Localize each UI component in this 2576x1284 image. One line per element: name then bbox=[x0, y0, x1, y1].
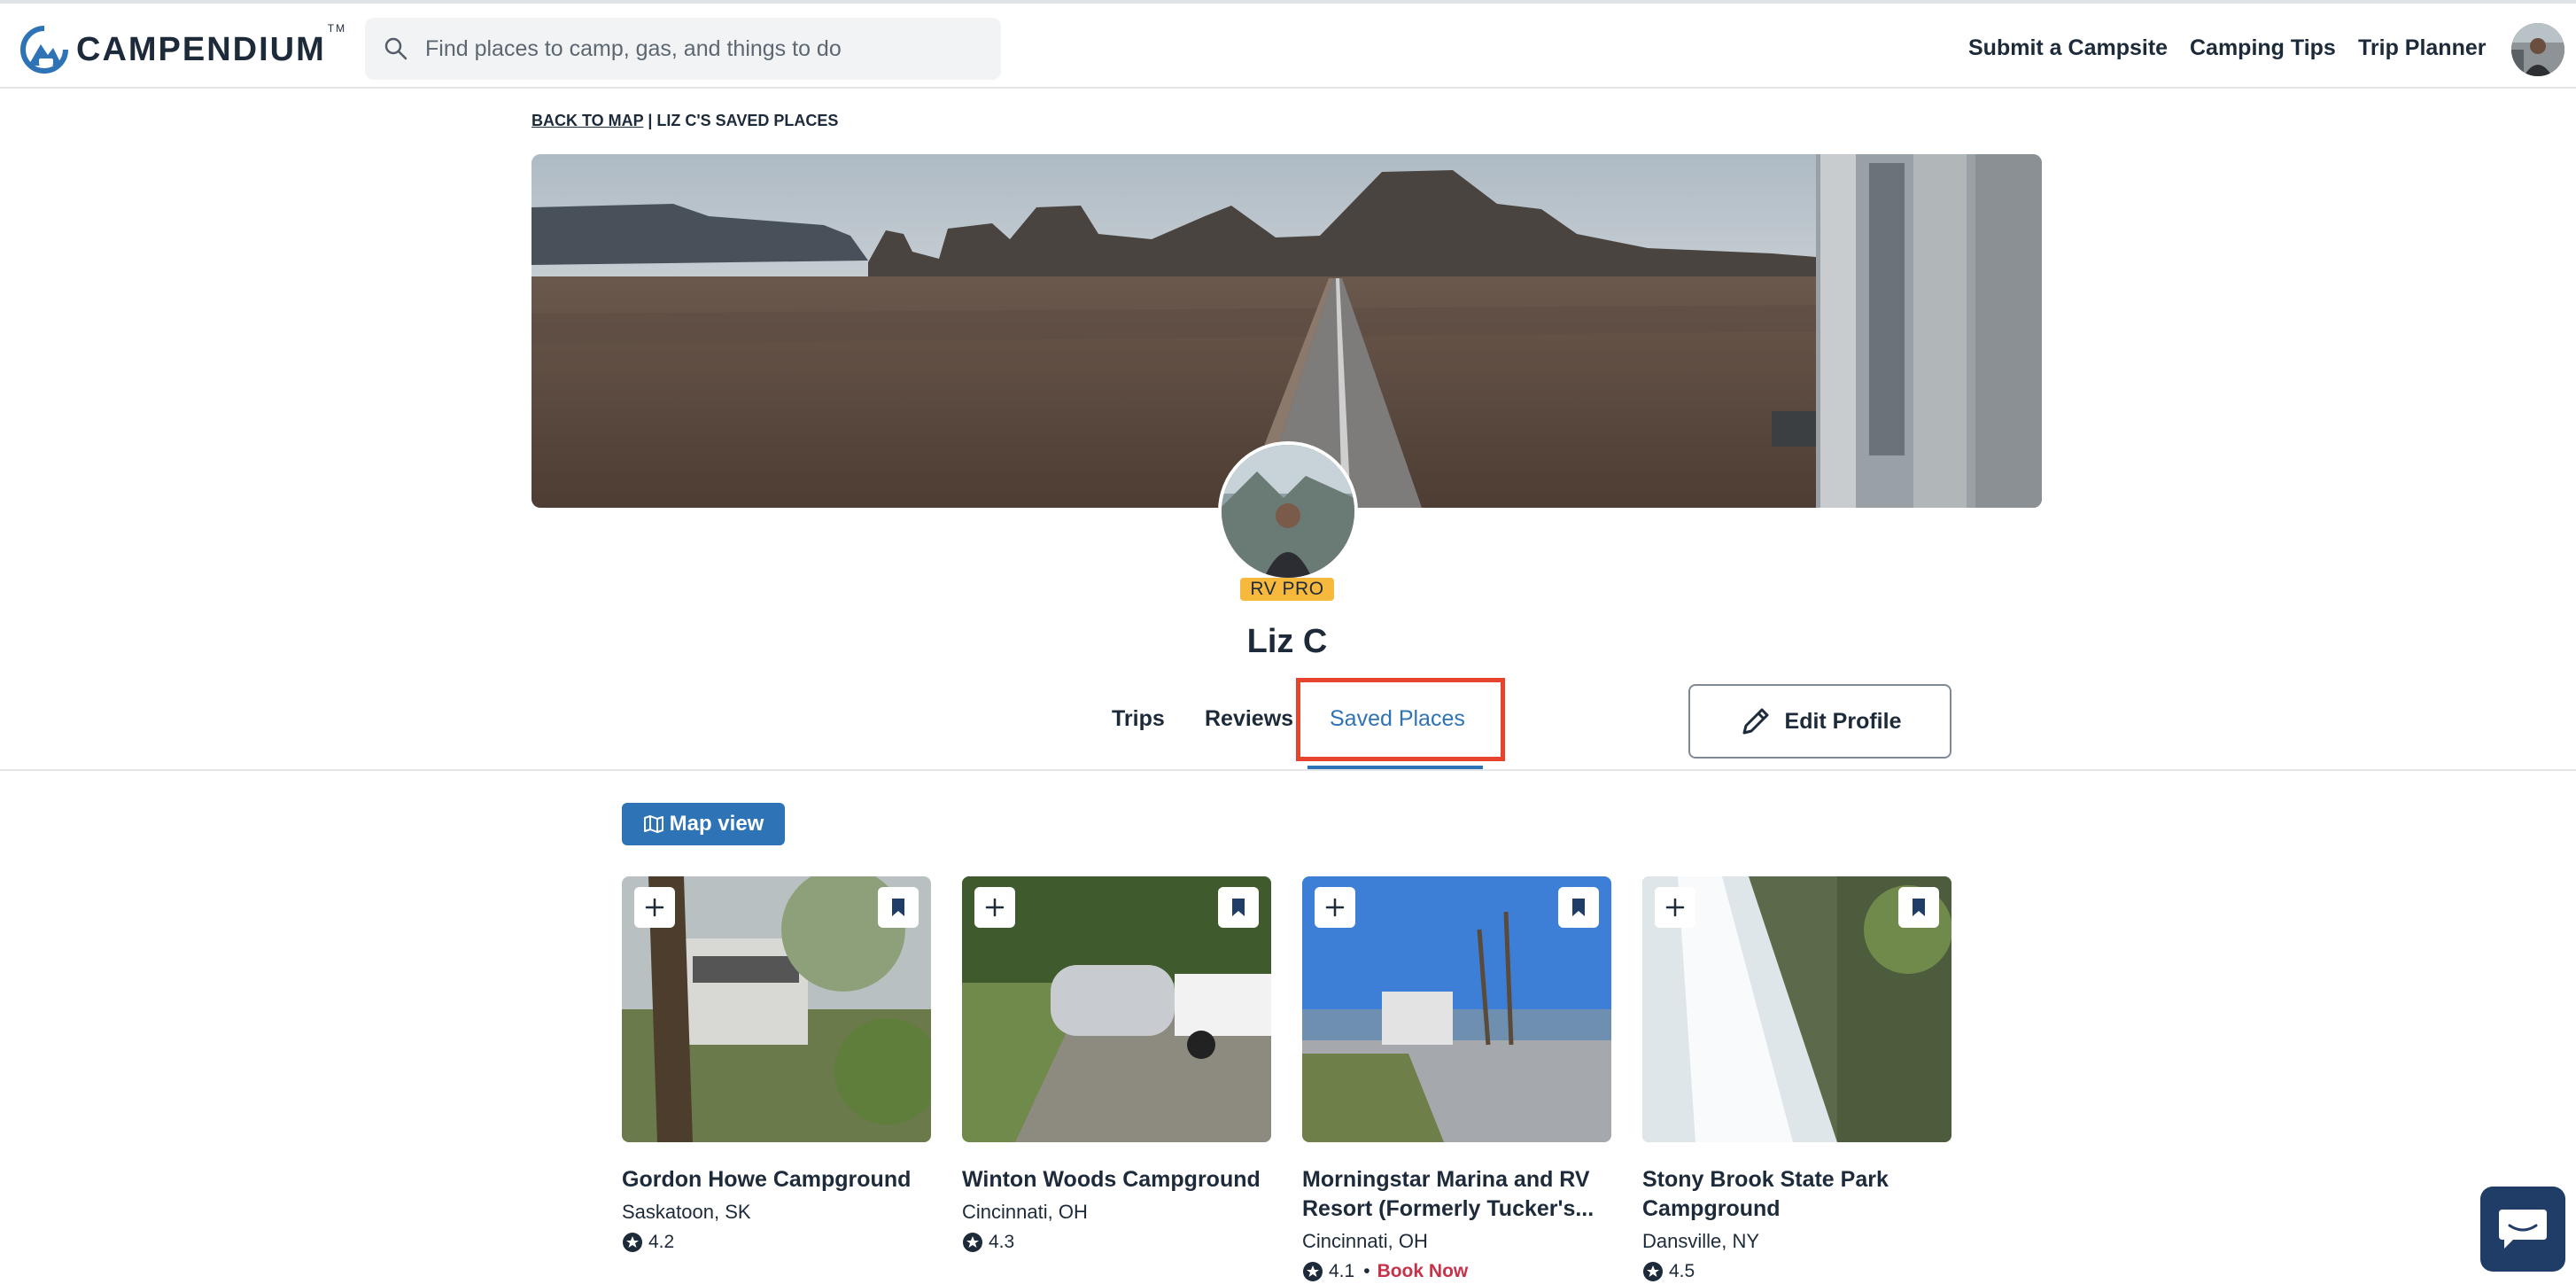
card-title[interactable]: Stony Brook State Park Campground bbox=[1642, 1165, 1951, 1224]
separator-dot: • bbox=[1363, 1261, 1370, 1281]
card-photo[interactable] bbox=[1642, 876, 1951, 1142]
bookmark-icon bbox=[892, 899, 904, 916]
map-view-button[interactable]: Map view bbox=[622, 803, 785, 845]
place-card-morningstar-marina[interactable]: Morningstar Marina and RV Resort (Former… bbox=[1302, 876, 1611, 1284]
card-title[interactable]: Winton Woods Campground bbox=[962, 1165, 1271, 1195]
highlight-box bbox=[1296, 678, 1505, 761]
plus-icon bbox=[1665, 898, 1685, 917]
card-rating: 4.2 bbox=[622, 1230, 931, 1255]
add-to-trip-button[interactable] bbox=[1315, 887, 1355, 928]
bookmark-icon bbox=[1913, 899, 1925, 916]
card-photo[interactable] bbox=[1302, 876, 1611, 1142]
bookmark-button[interactable] bbox=[1218, 887, 1259, 928]
star-icon bbox=[623, 1233, 642, 1252]
breadcrumb-separator: | bbox=[643, 112, 657, 129]
card-location: Dansville, NY bbox=[1642, 1230, 1760, 1252]
card-title[interactable]: Morningstar Marina and RV Resort (Former… bbox=[1302, 1165, 1611, 1224]
bookmark-icon bbox=[1572, 899, 1585, 916]
logo-mark-icon bbox=[20, 26, 68, 74]
map-view-label: Map view bbox=[669, 812, 764, 836]
tab-trips[interactable]: Trips bbox=[1112, 706, 1165, 732]
site-header: CAMPENDIUMTM Submit a Campsite Camping T… bbox=[0, 4, 2576, 89]
search-input[interactable] bbox=[423, 35, 958, 63]
map-icon bbox=[643, 815, 663, 833]
plus-icon bbox=[1325, 898, 1345, 917]
tabs-divider bbox=[0, 769, 2576, 771]
nav-submit-campsite[interactable]: Submit a Campsite bbox=[1968, 35, 2168, 61]
logo-wordmark: CAMPENDIUMTM bbox=[76, 21, 347, 68]
bookmark-button[interactable] bbox=[878, 887, 919, 928]
book-now-link[interactable]: Book Now bbox=[1377, 1259, 1469, 1284]
card-title[interactable]: Gordon Howe Campground bbox=[622, 1165, 931, 1195]
breadcrumb-current: LIZ C'S SAVED PLACES bbox=[656, 112, 839, 129]
rating-value: 4.1 bbox=[1329, 1261, 1355, 1281]
add-to-trip-button[interactable] bbox=[1655, 887, 1695, 928]
bookmark-button[interactable] bbox=[1898, 887, 1939, 928]
card-rating: 4.3 bbox=[962, 1230, 1271, 1255]
edit-profile-button[interactable]: Edit Profile bbox=[1688, 684, 1951, 759]
chat-icon bbox=[2499, 1210, 2547, 1249]
card-location: Saskatoon, SK bbox=[622, 1201, 751, 1223]
nav-trip-planner[interactable]: Trip Planner bbox=[2358, 35, 2486, 61]
tab-reviews[interactable]: Reviews bbox=[1205, 706, 1293, 732]
breadcrumb: BACK TO MAP | LIZ C'S SAVED PLACES bbox=[531, 112, 838, 130]
card-photo[interactable] bbox=[622, 876, 931, 1142]
card-rating: 4.5 bbox=[1642, 1259, 1951, 1284]
bookmark-button[interactable] bbox=[1558, 887, 1599, 928]
rating-value: 4.2 bbox=[648, 1232, 675, 1252]
card-location: Cincinnati, OH bbox=[962, 1201, 1088, 1223]
bookmark-icon bbox=[1232, 899, 1245, 916]
edit-profile-label: Edit Profile bbox=[1784, 708, 1902, 734]
card-location: Cincinnati, OH bbox=[1302, 1230, 1428, 1252]
rating-value: 4.5 bbox=[1669, 1261, 1695, 1281]
add-to-trip-button[interactable] bbox=[974, 887, 1015, 928]
card-rating: 4.1 • Book Now bbox=[1302, 1259, 1611, 1284]
pencil-icon bbox=[1742, 708, 1769, 735]
plus-icon bbox=[985, 898, 1005, 917]
back-to-map-link[interactable]: BACK TO MAP bbox=[531, 112, 643, 129]
campendium-logo[interactable]: CAMPENDIUMTM bbox=[19, 21, 347, 74]
plus-icon bbox=[645, 898, 664, 917]
search-bar[interactable] bbox=[365, 18, 1001, 80]
place-card-gordon-howe[interactable]: Gordon Howe Campground Saskatoon, SK 4.2 bbox=[622, 876, 931, 1255]
rv-pro-badge: RV PRO bbox=[1240, 578, 1334, 601]
place-card-winton-woods[interactable]: Winton Woods Campground Cincinnati, OH 4… bbox=[962, 876, 1271, 1255]
avatar-photo bbox=[2511, 23, 2564, 76]
card-photo[interactable] bbox=[962, 876, 1271, 1142]
star-icon bbox=[963, 1233, 982, 1252]
profile-name: Liz C bbox=[1246, 623, 1328, 660]
chat-widget-button[interactable] bbox=[2480, 1187, 2565, 1272]
nav-camping-tips[interactable]: Camping Tips bbox=[2190, 35, 2336, 61]
profile-avatar bbox=[1218, 441, 1358, 581]
user-avatar[interactable] bbox=[2511, 23, 2564, 76]
search-icon bbox=[384, 37, 407, 60]
add-to-trip-button[interactable] bbox=[634, 887, 675, 928]
place-card-stony-brook[interactable]: Stony Brook State Park Campground Dansvi… bbox=[1642, 876, 1951, 1284]
star-icon bbox=[1643, 1262, 1663, 1281]
star-icon bbox=[1303, 1262, 1323, 1281]
rating-value: 4.3 bbox=[989, 1232, 1015, 1252]
